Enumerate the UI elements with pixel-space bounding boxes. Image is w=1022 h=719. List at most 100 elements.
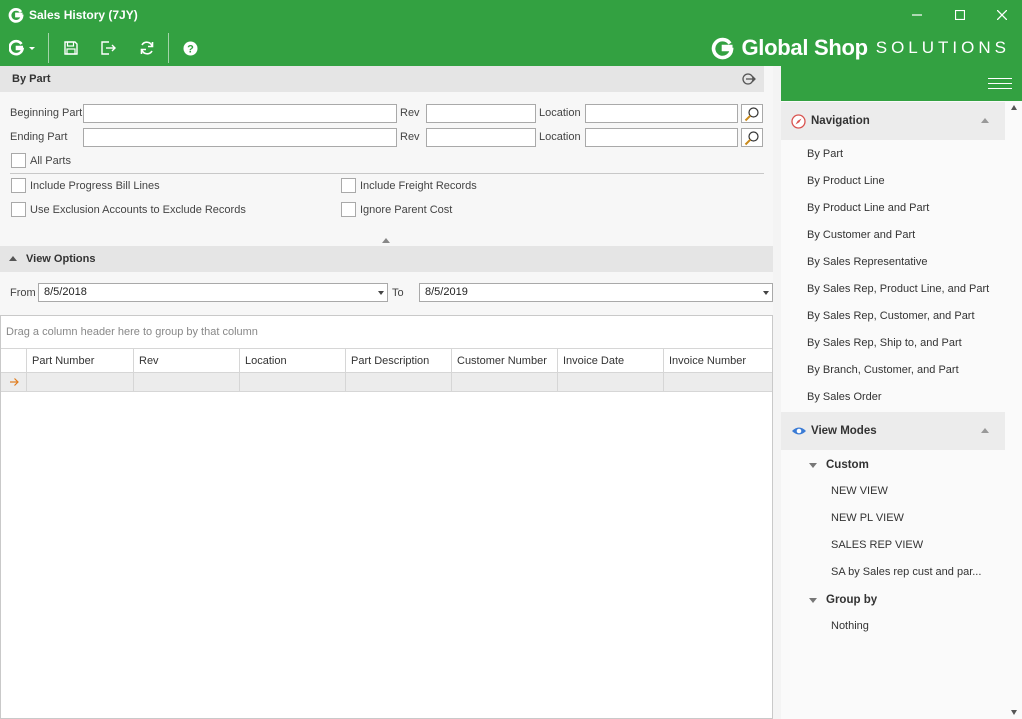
view-item-new-pl-view[interactable]: NEW PL VIEW: [831, 512, 904, 524]
navigation-collapse-icon[interactable]: [981, 118, 989, 123]
beginning-location-input[interactable]: [585, 104, 738, 123]
g-menu-button[interactable]: [8, 36, 38, 60]
grid-cell[interactable]: [451, 373, 557, 391]
column-header-location[interactable]: Location: [239, 349, 345, 373]
view-options-title: View Options: [26, 253, 96, 265]
toolbar-separator: [168, 33, 169, 63]
new-item-row[interactable]: [1, 373, 772, 392]
global-shop-logo-icon: [712, 37, 734, 60]
custom-views-header[interactable]: Custom: [809, 459, 869, 471]
include-freight-records-checkbox[interactable]: [341, 178, 356, 193]
side-panel: Navigation By Part By Product Line By Pr…: [781, 101, 1022, 719]
use-exclusion-accounts-checkbox[interactable]: [11, 202, 26, 217]
grid-cell[interactable]: [239, 373, 345, 391]
brand-logo: Global Shop SOLUTIONS: [711, 34, 1010, 62]
chevron-down-icon: [763, 291, 769, 295]
grid-cell[interactable]: [133, 373, 239, 391]
grid-cell[interactable]: [663, 373, 772, 391]
beginning-part-search-button[interactable]: [741, 104, 763, 123]
brand-name: Global Shop: [741, 35, 868, 60]
close-button[interactable]: [982, 0, 1022, 30]
help-button[interactable]: ?: [179, 36, 201, 60]
ending-location-input[interactable]: [585, 128, 738, 147]
main-content: By Part Beginning Part Rev Location Endi…: [0, 66, 773, 719]
nav-item-by-sales-order[interactable]: By Sales Order: [807, 391, 882, 403]
nav-item-by-sales-rep-product-line-and-part[interactable]: By Sales Rep, Product Line, and Part: [807, 283, 989, 295]
nav-item-by-product-line-and-part[interactable]: By Product Line and Part: [807, 202, 929, 214]
hamburger-menu-icon[interactable]: [988, 77, 1012, 90]
view-modes-group-header[interactable]: View Modes: [781, 412, 1005, 450]
nav-item-by-sales-representative[interactable]: By Sales Representative: [807, 256, 927, 268]
beginning-rev-input[interactable]: [426, 104, 536, 123]
use-exclusion-accounts-label: Use Exclusion Accounts to Exclude Record…: [30, 204, 246, 216]
from-date-picker[interactable]: 8/5/2018: [38, 283, 388, 302]
refresh-icon: [140, 41, 154, 55]
save-icon: [64, 41, 78, 55]
nav-item-by-branch-customer-and-part[interactable]: By Branch, Customer, and Part: [807, 364, 959, 376]
collapse-panel-icon[interactable]: [742, 73, 756, 85]
search-icon: [744, 106, 759, 121]
grid-cell[interactable]: [26, 373, 133, 391]
nav-item-by-sales-rep-customer-and-part[interactable]: By Sales Rep, Customer, and Part: [807, 310, 975, 322]
column-header-invoice-number[interactable]: Invoice Number: [663, 349, 772, 373]
include-progress-bill-lines-checkbox[interactable]: [11, 178, 26, 193]
nav-item-by-sales-rep-ship-to-and-part[interactable]: By Sales Rep, Ship to, and Part: [807, 337, 962, 349]
sales-history-grid[interactable]: Drag a column header here to group by th…: [0, 315, 773, 719]
exit-button[interactable]: [98, 36, 120, 60]
grid-cell[interactable]: [345, 373, 451, 391]
by-part-title: By Part: [12, 73, 51, 85]
view-item-sales-rep-view[interactable]: SALES REP VIEW: [831, 539, 923, 551]
view-modes-title: View Modes: [811, 425, 877, 437]
column-header-part-description[interactable]: Part Description: [345, 349, 451, 373]
svg-text:?: ?: [187, 43, 194, 55]
maximize-button[interactable]: [940, 0, 980, 30]
view-options-header[interactable]: View Options: [0, 246, 773, 272]
row-indicator-arrow-icon: [10, 378, 19, 386]
ending-part-search-button[interactable]: [741, 128, 763, 147]
from-date-value: 8/5/2018: [44, 286, 87, 298]
grid-cell[interactable]: [557, 373, 663, 391]
navigation-group-header[interactable]: Navigation: [781, 102, 1005, 140]
nav-item-by-part[interactable]: By Part: [807, 148, 843, 160]
brand-suffix: SOLUTIONS: [875, 38, 1010, 57]
all-parts-checkbox[interactable]: [11, 153, 26, 168]
refresh-button[interactable]: [136, 36, 158, 60]
ignore-parent-cost-label: Ignore Parent Cost: [360, 204, 453, 216]
ending-rev-input[interactable]: [426, 128, 536, 147]
splitter-collapse-icon[interactable]: [382, 238, 390, 243]
exit-icon: [101, 41, 116, 55]
minimize-button[interactable]: [897, 0, 937, 30]
title-bar: Sales History (7JY): [0, 0, 1022, 30]
custom-views-label: Custom: [826, 459, 869, 471]
group-by-item-nothing[interactable]: Nothing: [831, 620, 869, 632]
beginning-part-input[interactable]: [83, 104, 397, 123]
scroll-down-icon[interactable]: [1011, 710, 1017, 715]
group-by-header[interactable]: Group by: [809, 594, 877, 606]
navigation-title: Navigation: [811, 115, 870, 127]
to-date-picker[interactable]: 8/5/2019: [419, 283, 773, 302]
eye-icon: [792, 427, 806, 435]
ending-part-input[interactable]: [83, 128, 397, 147]
view-modes-collapse-icon[interactable]: [981, 428, 989, 433]
scroll-up-icon[interactable]: [1011, 105, 1017, 110]
options-divider: [10, 173, 764, 174]
nav-item-by-product-line[interactable]: By Product Line: [807, 175, 885, 187]
include-freight-records-label: Include Freight Records: [360, 180, 477, 192]
side-panel-scrollbar[interactable]: [1007, 101, 1022, 719]
column-header-rev[interactable]: Rev: [133, 349, 239, 373]
view-options-collapse-icon[interactable]: [9, 256, 17, 261]
ignore-parent-cost-checkbox[interactable]: [341, 202, 356, 217]
column-header-customer-number[interactable]: Customer Number: [451, 349, 557, 373]
ending-location-label: Location: [539, 131, 581, 143]
view-item-sa-by-sales-rep[interactable]: SA by Sales rep cust and par...: [831, 566, 981, 578]
column-header-invoice-date[interactable]: Invoice Date: [557, 349, 663, 373]
ending-part-label: Ending Part: [10, 131, 68, 143]
column-header-part-number[interactable]: Part Number: [26, 349, 133, 373]
minimize-icon: [912, 14, 922, 16]
view-item-new-view[interactable]: NEW VIEW: [831, 485, 888, 497]
save-button[interactable]: [60, 36, 82, 60]
side-panel-header: [781, 66, 1022, 101]
group-by-panel[interactable]: Drag a column header here to group by th…: [6, 326, 258, 338]
close-icon: [997, 10, 1007, 20]
nav-item-by-customer-and-part[interactable]: By Customer and Part: [807, 229, 915, 241]
